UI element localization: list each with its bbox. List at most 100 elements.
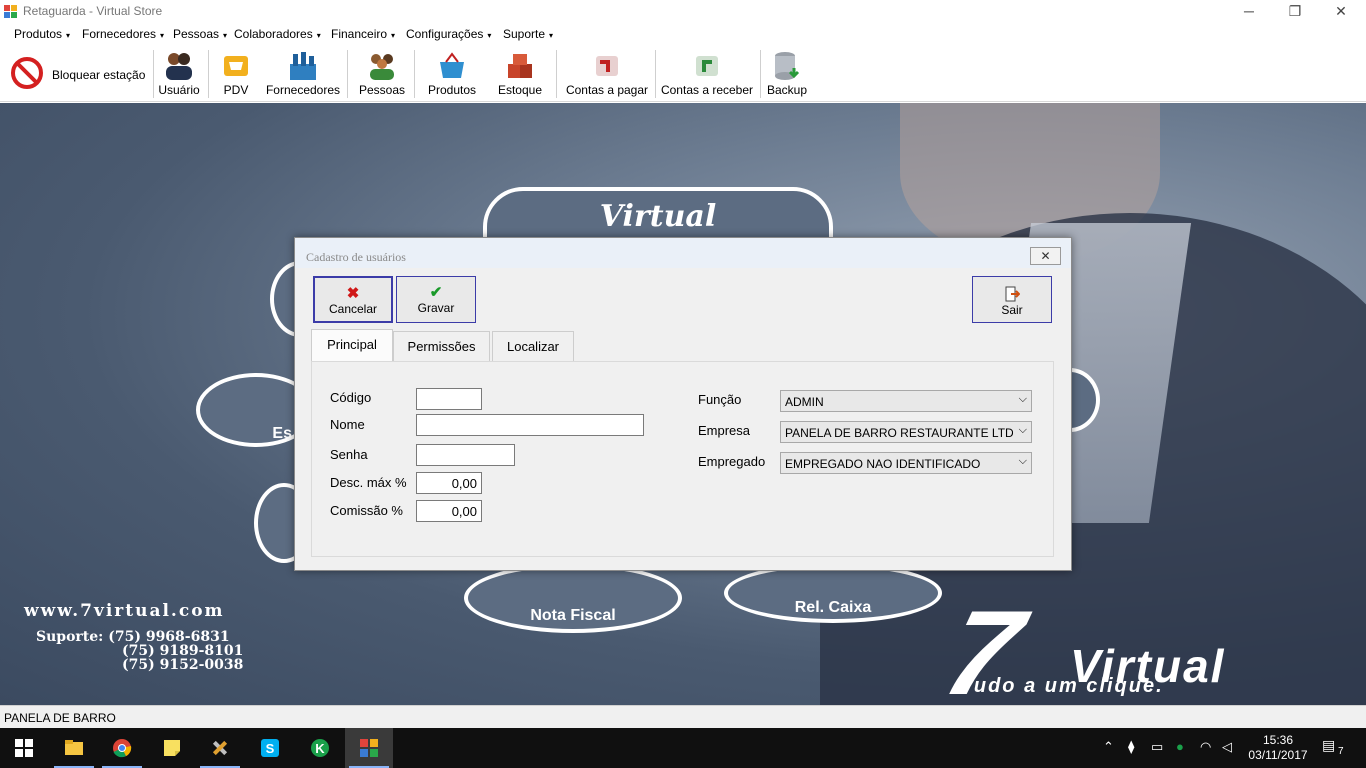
wifi-icon[interactable]: ◠ — [1200, 739, 1211, 755]
toolbar-label: Backup — [766, 83, 808, 97]
senha-input[interactable] — [416, 444, 515, 466]
chevron-down-icon: ▾ — [391, 31, 396, 40]
menu-suporte[interactable]: Suporte ▾ — [503, 27, 553, 41]
brand-tagline: Tudo a um clique. — [960, 675, 1164, 697]
taskbar-virtual-store[interactable] — [345, 728, 393, 768]
empregado-label: Empregado — [698, 454, 766, 469]
comissao-label: Comissão % — [330, 503, 403, 518]
toolbar-contas-receber[interactable]: Contas a receber — [660, 46, 754, 102]
toolbar: Bloquear estação Usuário PDV Fornecedore… — [0, 46, 1366, 102]
dropbox-icon[interactable]: ⧫ — [1128, 739, 1134, 755]
menu-label: Pessoas — [173, 27, 220, 41]
taskbar-sticky-notes[interactable] — [148, 728, 196, 768]
exit-door-icon — [1005, 286, 1020, 302]
nome-input[interactable] — [416, 414, 644, 436]
comissao-input[interactable] — [416, 500, 482, 522]
toolbar-estoque[interactable]: Estoque — [494, 46, 546, 102]
funcao-label: Função — [698, 392, 742, 407]
empresa-select[interactable]: PANELA DE BARRO RESTAURANTE LTDA ⌵ — [780, 421, 1032, 443]
cart-icon — [224, 56, 248, 76]
chevron-down-icon: ⌵ — [1018, 455, 1027, 467]
bubble-nota-fiscal: Nota Fiscal — [464, 563, 682, 633]
k-app-icon: K — [311, 739, 329, 757]
exit-button[interactable]: Sair — [972, 276, 1052, 323]
chrome-icon — [113, 739, 132, 758]
toolbar-pessoas[interactable]: Pessoas — [356, 46, 408, 102]
start-button[interactable] — [0, 728, 48, 768]
status-bar: PANELA DE BARRO — [0, 705, 1366, 728]
menu-financeiro[interactable]: Financeiro ▾ — [331, 27, 395, 41]
menu-colaboradores[interactable]: Colaboradores ▾ — [234, 27, 321, 41]
menu-label: Suporte — [503, 27, 546, 41]
notifications-button[interactable]: ▤ 7 — [1322, 737, 1346, 759]
chevron-down-icon: ⌵ — [1018, 393, 1027, 405]
svg-text:S: S — [266, 741, 275, 756]
svg-text:K: K — [315, 741, 325, 756]
battery-icon[interactable]: ▭ — [1151, 739, 1163, 755]
menu-label: Colaboradores — [234, 27, 313, 41]
menu-produtos[interactable]: Produtos ▾ — [14, 27, 70, 41]
taskbar-chrome[interactable] — [98, 728, 146, 768]
menu-fornecedores[interactable]: Fornecedores ▾ — [82, 27, 164, 41]
tray-k-icon[interactable]: ● — [1176, 739, 1184, 754]
toolbar-separator — [347, 50, 348, 98]
factory-icon — [290, 52, 316, 80]
toolbar-usuario[interactable]: Usuário — [156, 46, 202, 102]
menu-pessoas[interactable]: Pessoas ▾ — [173, 27, 227, 41]
brand-logo: 7 Virtual Tudo a um clique. — [932, 586, 1223, 705]
status-company: PANELA DE BARRO — [4, 711, 116, 725]
folder-icon — [65, 740, 83, 755]
funcao-select[interactable]: ADMIN ⌵ — [780, 390, 1032, 412]
taskbar-explorer[interactable] — [50, 728, 98, 768]
taskbar-k-app[interactable]: K — [296, 728, 344, 768]
tab-principal[interactable]: Principal — [311, 329, 393, 361]
codigo-input[interactable] — [416, 388, 482, 410]
toolbar-separator — [655, 50, 656, 98]
clock-time: 15:36 — [1262, 733, 1294, 747]
window-title: Retaguarda - Virtual Store — [23, 4, 163, 18]
boxes-icon — [508, 54, 532, 78]
menu-label: Produtos — [14, 27, 63, 41]
toolbar-backup[interactable]: Backup — [764, 46, 810, 102]
taskbar: S K ⌃ ⧫ ▭ ● ◠ ◁ 15:36 03/11/2017 ▤ 7 — [0, 728, 1366, 768]
restore-button[interactable]: ❐ — [1272, 0, 1318, 24]
nome-label: Nome — [330, 417, 365, 432]
save-button[interactable]: ✔ Gravar — [396, 276, 476, 323]
empregado-select[interactable]: EMPREGADO NAO IDENTIFICADO ⌵ — [780, 452, 1032, 474]
chevron-down-icon: ▾ — [487, 31, 492, 40]
notification-count: 7 — [1336, 746, 1346, 757]
toolbar-separator — [153, 50, 154, 98]
lock-station-button[interactable]: Bloquear estação — [6, 46, 146, 102]
empresa-value: PANELA DE BARRO RESTAURANTE LTDA — [785, 426, 1013, 440]
toolbar-produtos[interactable]: Produtos — [422, 46, 482, 102]
chevron-down-icon: ▾ — [223, 31, 228, 40]
tab-localizar[interactable]: Localizar — [492, 331, 574, 361]
dialog-close-button[interactable]: ✕ — [1030, 247, 1061, 265]
toolbar-fornecedores[interactable]: Fornecedores — [264, 46, 342, 102]
toolbar-separator — [556, 50, 557, 98]
taskbar-skype[interactable]: S — [246, 728, 294, 768]
system-clock[interactable]: 15:36 03/11/2017 — [1246, 733, 1310, 763]
chevron-down-icon: ▾ — [549, 31, 554, 40]
tab-permissoes[interactable]: Permissões — [393, 331, 490, 361]
tray-chevron-up-icon[interactable]: ⌃ — [1103, 739, 1114, 755]
toolbar-contas-pagar[interactable]: Contas a pagar — [562, 46, 652, 102]
phone-2: (75) 9189-8101 — [122, 643, 244, 659]
minimize-button[interactable]: ─ — [1226, 0, 1272, 24]
toolbar-pdv[interactable]: PDV — [214, 46, 258, 102]
toolbar-label: Pessoas — [358, 83, 406, 97]
toolbar-separator — [414, 50, 415, 98]
taskbar-tools[interactable] — [196, 728, 244, 768]
toolbar-label: PDV — [223, 83, 249, 97]
volume-icon[interactable]: ◁ — [1222, 739, 1232, 755]
no-entry-icon — [11, 57, 43, 89]
support-label: Suporte: — [36, 629, 104, 645]
chevron-down-icon: ⌵ — [1018, 424, 1027, 436]
close-button[interactable]: ✕ — [1318, 0, 1364, 24]
desc-max-input[interactable] — [416, 472, 482, 494]
virtual-store-icon — [360, 739, 378, 757]
user-register-dialog: Cadastro de usuários ✕ ✖ Cancelar ✔ Grav… — [294, 237, 1072, 571]
dialog-title-bar: Cadastro de usuários ✕ — [295, 238, 1071, 268]
menu-configuracoes[interactable]: Configurações ▾ — [406, 27, 491, 41]
cancel-button[interactable]: ✖ Cancelar — [313, 276, 393, 323]
